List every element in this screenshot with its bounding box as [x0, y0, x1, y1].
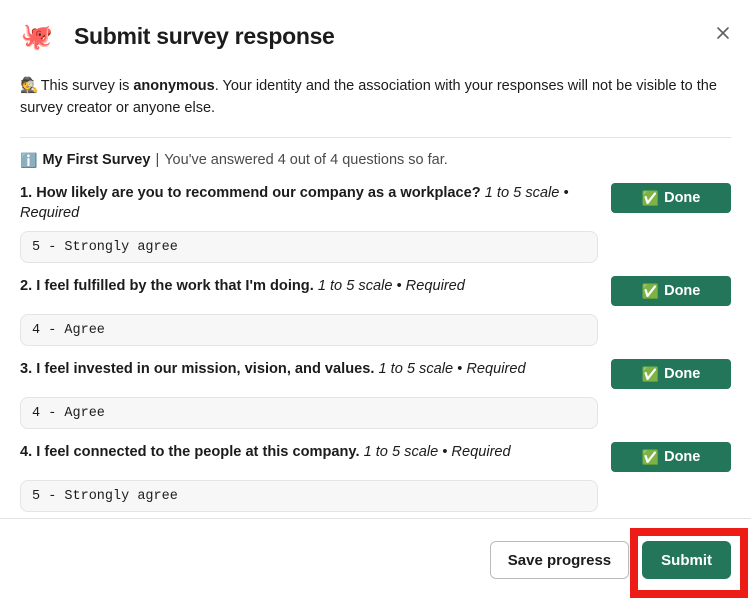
survey-meta-line: ℹ️ My First Survey | You've answered 4 o…	[0, 138, 751, 169]
answer-field[interactable]: 5 - Strongly agree	[20, 231, 598, 264]
notice-bold-word: anonymous	[133, 78, 215, 94]
question-block: 4. I feel connected to the people at thi…	[20, 441, 731, 513]
submit-button[interactable]: Submit	[642, 541, 731, 579]
done-button-label: Done	[664, 366, 701, 383]
question-number: 4.	[20, 444, 33, 461]
answer-field[interactable]: 4 - Agree	[20, 397, 598, 430]
answer-value: 5 - Strongly agree	[32, 488, 178, 504]
check-mark-icon: ✅	[641, 189, 660, 206]
question-label: How likely are you to recommend our comp…	[36, 184, 481, 201]
question-scale: 1 to 5 scale • Required	[378, 361, 526, 378]
question-done-button[interactable]: ✅ Done	[611, 182, 731, 213]
modal-footer: Save progress Submit	[0, 519, 751, 601]
close-icon[interactable]	[709, 19, 737, 47]
survey-name: My First Survey	[42, 152, 151, 169]
answer-field[interactable]: 4 - Agree	[20, 314, 598, 347]
save-progress-button[interactable]: Save progress	[489, 541, 630, 579]
question-row: 1. How likely are you to recommend our c…	[20, 182, 731, 223]
question-text: 1. How likely are you to recommend our c…	[20, 182, 595, 223]
question-text: 3. I feel invested in our mission, visio…	[20, 358, 595, 379]
modal-header: 🐙 Submit survey response	[0, 0, 751, 68]
anonymous-notice: 🕵️ This survey is anonymous. Your identit…	[0, 68, 751, 120]
questions-list: 1. How likely are you to recommend our c…	[0, 182, 751, 513]
answer-value: 4 - Agree	[32, 322, 105, 338]
question-scale: 1 to 5 scale • Required	[317, 278, 465, 295]
detective-emoji: 🕵️	[20, 77, 39, 94]
question-text: 4. I feel connected to the people at thi…	[20, 441, 595, 462]
survey-progress-text: You've answered 4 out of 4 questions so …	[164, 152, 448, 169]
page-title: Submit survey response	[74, 22, 335, 49]
question-done-button[interactable]: ✅ Done	[611, 442, 731, 473]
check-mark-icon: ✅	[641, 449, 660, 466]
notice-lead: This survey is	[40, 78, 134, 94]
question-done-button[interactable]: ✅ Done	[611, 359, 731, 390]
survey-meta-separator: |	[155, 152, 160, 169]
question-done-button[interactable]: ✅ Done	[611, 276, 731, 307]
answer-field[interactable]: 5 - Strongly agree	[20, 480, 598, 513]
done-button-label: Done	[664, 283, 701, 300]
question-block: 2. I feel fulfilled by the work that I'm…	[20, 275, 731, 347]
question-number: 2.	[20, 278, 33, 295]
question-number: 1.	[20, 184, 33, 201]
question-label: I feel connected to the people at this c…	[36, 444, 360, 461]
question-block: 3. I feel invested in our mission, visio…	[20, 358, 731, 430]
question-row: 4. I feel connected to the people at thi…	[20, 441, 731, 473]
question-scale: 1 to 5 scale • Required	[363, 444, 511, 461]
question-label: I feel fulfilled by the work that I'm do…	[36, 278, 314, 295]
check-mark-icon: ✅	[641, 283, 660, 300]
question-text: 2. I feel fulfilled by the work that I'm…	[20, 275, 595, 296]
close-x-glyph	[717, 27, 729, 39]
answer-value: 4 - Agree	[32, 405, 105, 421]
done-button-label: Done	[664, 189, 701, 206]
done-button-label: Done	[664, 449, 701, 466]
check-mark-icon: ✅	[641, 366, 660, 383]
info-emoji: ℹ️	[20, 151, 38, 168]
answer-value: 5 - Strongly agree	[32, 239, 178, 255]
octopus-emoji: 🐙	[20, 21, 54, 51]
question-row: 3. I feel invested in our mission, visio…	[20, 358, 731, 390]
question-label: I feel invested in our mission, vision, …	[36, 361, 375, 378]
question-number: 3.	[20, 361, 33, 378]
question-block: 1. How likely are you to recommend our c…	[20, 182, 731, 264]
question-row: 2. I feel fulfilled by the work that I'm…	[20, 275, 731, 307]
